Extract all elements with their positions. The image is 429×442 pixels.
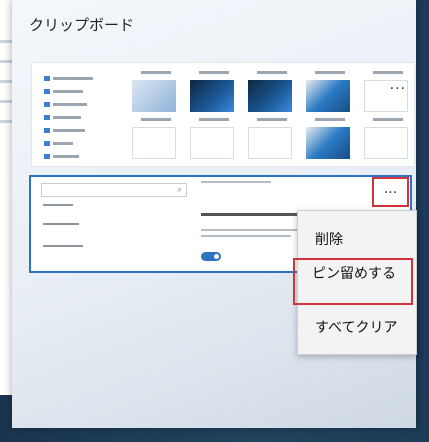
menu-item-clear-all[interactable]: すべてクリア xyxy=(298,310,416,346)
settings-heading-thumbnail xyxy=(201,213,311,216)
settings-text-thumbnail xyxy=(201,229,301,241)
search-icon: ⌕ xyxy=(177,185,182,194)
panel-title: クリップボード xyxy=(29,16,135,34)
more-options-button[interactable]: ... xyxy=(372,177,409,207)
more-options-icon[interactable]: ... xyxy=(390,77,406,93)
menu-item-delete[interactable]: 削除 xyxy=(298,222,416,258)
menu-item-pin[interactable]: ピン留めする xyxy=(312,264,396,284)
clipboard-item-1[interactable]: ... xyxy=(31,62,415,167)
toggle-switch-icon xyxy=(201,252,221,261)
settings-search-thumbnail: ⌕ xyxy=(41,183,187,197)
explorer-thumbnail xyxy=(44,73,114,164)
